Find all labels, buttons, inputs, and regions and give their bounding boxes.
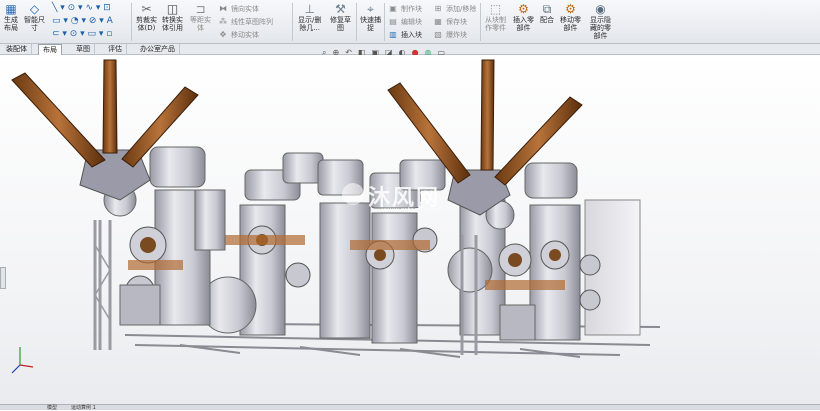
coordinate-triad: [11, 347, 34, 374]
make-block-item[interactable]: ▣ 制作块: [388, 3, 422, 14]
gis-bay-left: [11, 59, 226, 350]
ribbon-separator: [292, 3, 293, 41]
explode-block-icon: ▧: [434, 30, 442, 39]
tab-layout[interactable]: 布局: [38, 44, 62, 55]
show-hidden-components-button[interactable]: ◉ 显示隐 藏的零 部件: [590, 1, 611, 41]
part-from-block-icon: ⬚: [489, 1, 502, 16]
repair-sketch-icon: ⚒: [335, 1, 346, 16]
explode-block-item[interactable]: ▧ 爆炸块: [433, 29, 467, 40]
tab-motion-study[interactable]: 运动算例 1: [68, 405, 99, 411]
model-motion-tabs: 模型 运动算例 1: [0, 404, 820, 411]
mate-icon: ⧉: [542, 1, 552, 16]
add-remove-item[interactable]: ⊞ 添加/移除: [433, 3, 477, 14]
watermark-logo-icon: [342, 183, 364, 205]
graphics-area[interactable]: [0, 55, 820, 404]
linear-pattern-icon: ⁂: [219, 17, 227, 26]
ribbon-separator: [384, 3, 385, 41]
move-component-button[interactable]: ⚙ 移动零 部件: [560, 1, 581, 33]
slot-icon: ⊂ ▾ ⊙ ▾ ▭ ▾ ▫: [52, 28, 113, 39]
move-component-icon: ⚙: [565, 1, 576, 16]
display-delete-relations-button[interactable]: ⊥ 显示/删 除几...: [298, 1, 321, 33]
edit-block-icon: ▤: [389, 17, 397, 26]
convert-entities-button[interactable]: ◫ 转换实 体引用: [162, 1, 183, 33]
make-block-icon: ▣: [389, 4, 397, 13]
mate-button[interactable]: ⧉ 配合: [540, 1, 554, 25]
tab-office-products[interactable]: 办公室产品: [136, 44, 180, 55]
feature-manager-collapse-handle[interactable]: [0, 267, 6, 289]
command-manager-ribbon: ▦ 生成 布局 ◇ 智能尺 寸 ╲ ▾ ⊙ ▾ ∿ ▾ ⊡ ▭ ▾ ◔ ▾ ⊘ …: [0, 0, 820, 44]
sketch-tools-row-3[interactable]: ⊂ ▾ ⊙ ▾ ▭ ▾ ▫: [52, 28, 112, 39]
relations-icon: ⊥: [304, 1, 315, 16]
rectangle-icon: ▭ ▾ ◔ ▾ ⊘ ▾ A: [52, 15, 113, 26]
add-remove-icon: ⊞: [434, 4, 442, 13]
sketch-tools-row-1[interactable]: ╲ ▾ ⊙ ▾ ∿ ▾ ⊡: [52, 2, 111, 13]
dimension-icon: ◇: [29, 1, 40, 16]
offset-icon: ⊐: [195, 1, 206, 16]
repair-sketch-button[interactable]: ⚒ 修复草 图: [330, 1, 351, 33]
generate-layout-button[interactable]: ▦ 生成 布局: [4, 1, 18, 33]
trim-entities-button[interactable]: ✂ 剪裁实 体(D): [136, 1, 157, 33]
sketch-tools-row-2[interactable]: ▭ ▾ ◔ ▾ ⊘ ▾ A: [52, 15, 113, 26]
move-entity-icon: ✥: [219, 30, 227, 39]
linear-pattern-item[interactable]: ⁂ 线性草图阵列: [218, 16, 273, 27]
smart-dimension-button[interactable]: ◇ 智能尺 寸: [24, 1, 45, 33]
ribbon-separator: [356, 3, 357, 41]
edit-block-item[interactable]: ▤ 编辑块: [388, 16, 422, 27]
quick-snaps-button[interactable]: ⌖ 快速捕 捉: [360, 1, 381, 33]
trim-icon: ✂: [141, 1, 152, 16]
ribbon-separator: [480, 3, 481, 41]
save-block-item[interactable]: ▦ 保存块: [433, 16, 467, 27]
insert-block-item[interactable]: ▥ 插入块: [388, 29, 422, 40]
layout-icon: ▦: [5, 1, 17, 16]
show-hidden-icon: ◉: [595, 1, 606, 16]
mirror-entities-item[interactable]: ⧓ 镜向实体: [218, 3, 259, 14]
insert-component-icon: ⚙: [518, 1, 529, 16]
offset-entities-button[interactable]: ⊐ 等距实 体: [190, 1, 211, 33]
assembly-model: [11, 59, 661, 374]
save-block-icon: ▦: [434, 17, 442, 26]
quick-snap-icon: ⌖: [367, 1, 374, 16]
tab-model[interactable]: 模型: [44, 405, 60, 411]
tab-assembly[interactable]: 装配体: [2, 44, 32, 55]
ribbon-separator: [131, 3, 132, 41]
line-icon: ╲ ▾ ⊙ ▾ ∿ ▾ ⊡: [52, 2, 111, 13]
insert-block-icon: ▥: [389, 30, 397, 39]
move-entities-item[interactable]: ✥ 移动实体: [218, 29, 259, 40]
insert-components-button[interactable]: ⚙ 插入零 部件: [513, 1, 534, 33]
tab-sketch[interactable]: 草图: [72, 44, 95, 55]
make-part-from-block-button[interactable]: ⬚ 从块制 作零件: [485, 1, 506, 33]
convert-icon: ◫: [166, 1, 179, 16]
mirror-icon: ⧓: [219, 4, 227, 13]
tab-evaluate[interactable]: 评估: [104, 44, 127, 55]
watermark-url: www.mfcad.com: [382, 206, 440, 214]
